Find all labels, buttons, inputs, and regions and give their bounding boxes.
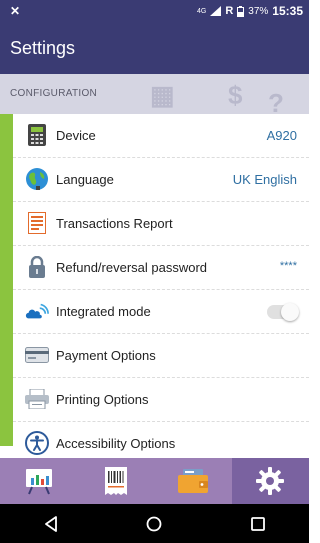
accessibility-options-label: Accessibility Options [56, 436, 176, 451]
refund-password-value: **** [279, 260, 297, 272]
report-icon [25, 211, 49, 235]
signal-icon [210, 6, 222, 16]
status-indicators: 4G R 37% 15:35 [197, 4, 303, 18]
section-header: ▦ $ ? CONFIGURATION [0, 74, 309, 114]
clock: 15:35 [272, 4, 303, 18]
language-row[interactable]: Language UK English [13, 158, 309, 202]
back-icon[interactable] [44, 515, 58, 532]
decor-question-icon: ? [268, 88, 284, 114]
recents-icon[interactable] [250, 516, 265, 531]
bottom-nav [0, 458, 309, 504]
printing-options-label: Printing Options [56, 392, 149, 407]
network-type: 4G [196, 7, 207, 15]
tab-settings[interactable] [231, 458, 309, 504]
notification-x-icon: ✕ [10, 4, 21, 18]
decor-calculator-icon: ▦ [150, 80, 175, 110]
status-bar: ✕ 4G R 37% 15:35 [0, 0, 309, 22]
calculator-icon [25, 123, 49, 147]
page-title: Settings [10, 38, 76, 58]
settings-list: Device A920 Language UK English Transact… [13, 114, 309, 465]
device-value: A920 [266, 128, 297, 143]
barcode-receipt-icon [104, 467, 127, 495]
integrated-mode-label: Integrated mode [56, 304, 151, 319]
home-icon[interactable] [146, 516, 162, 532]
gear-icon [256, 467, 285, 495]
printer-icon [25, 387, 49, 411]
globe-icon [25, 167, 49, 191]
device-row[interactable]: Device A920 [13, 114, 309, 158]
section-label: CONFIGURATION [10, 88, 98, 99]
accent-bar [0, 114, 13, 446]
tab-reports[interactable] [0, 458, 77, 504]
wallet-icon [178, 469, 209, 493]
accessibility-icon [25, 431, 49, 455]
settings-screen: ✕ 4G R 37% 15:35 Settings ▦ $ ? CONFIGUR… [0, 0, 309, 543]
decor-dollar-icon: $ [228, 80, 243, 110]
language-value: UK English [232, 172, 297, 187]
transactions-report-row[interactable]: Transactions Report [13, 202, 309, 246]
cloud-wifi-icon [25, 299, 49, 323]
refund-password-label: Refund/reversal password [56, 260, 208, 275]
system-nav-bar [0, 504, 309, 543]
tab-transactions[interactable] [77, 458, 154, 504]
battery-percent: 37% [248, 5, 269, 17]
payment-options-label: Payment Options [56, 348, 156, 363]
app-bar: Settings [0, 22, 309, 74]
tab-wallet[interactable] [155, 458, 232, 504]
integrated-mode-row[interactable]: Integrated mode [13, 290, 309, 334]
card-icon [25, 343, 49, 367]
device-label: Device [56, 128, 96, 143]
lock-icon [25, 255, 49, 279]
chart-icon [25, 469, 52, 495]
printing-options-row[interactable]: Printing Options [13, 378, 309, 422]
toggle-knob [281, 303, 299, 321]
integrated-mode-toggle[interactable] [267, 303, 299, 321]
transactions-report-label: Transactions Report [56, 216, 173, 231]
payment-options-row[interactable]: Payment Options [13, 334, 309, 378]
refund-password-row[interactable]: Refund/reversal password **** [13, 246, 309, 290]
battery-icon [237, 5, 245, 17]
carrier-label: R [225, 5, 234, 17]
language-label: Language [56, 172, 114, 187]
